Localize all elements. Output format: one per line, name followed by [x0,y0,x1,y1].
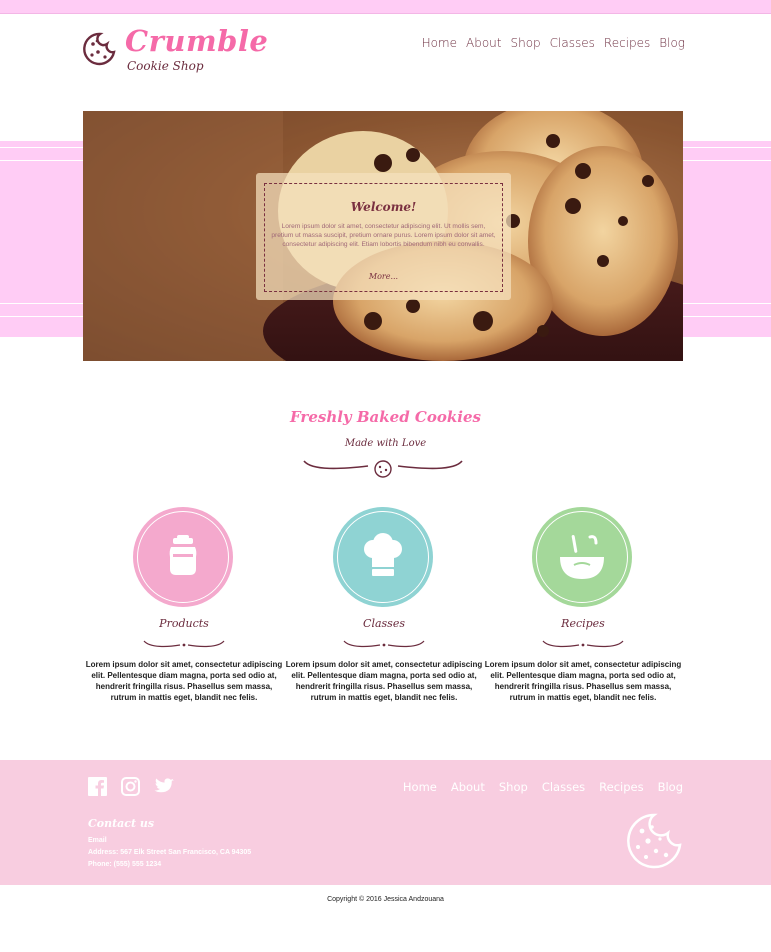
nav-home[interactable]: Home [422,36,457,50]
footer-nav-home[interactable]: Home [403,780,437,794]
feature-recipes: Recipes Lorem ipsum dolor sit amet, cons… [483,507,683,707]
hero-band-left [0,141,83,337]
feature-title: Products [159,617,209,630]
nav-blog[interactable]: Blog [659,36,685,50]
section-title: Freshly Baked Cookies [290,408,481,426]
footer-nav-blog[interactable]: Blog [658,780,683,794]
footer-nav-classes[interactable]: Classes [542,780,585,794]
flourish-divider-icon [143,640,225,648]
social-links [88,777,175,796]
brand-subtitle: Cookie Shop [127,59,204,73]
cookie-jar-icon [169,535,197,575]
cookie-icon [83,32,116,66]
top-strip [0,0,771,14]
flourish-divider-icon [542,640,624,648]
cookie-icon [627,813,682,869]
contact-address: Address: 567 Elk Street San Francisco, C… [88,849,252,856]
recipes-circle[interactable] [532,507,632,607]
nav-classes[interactable]: Classes [550,36,595,50]
more-link[interactable]: More... [265,272,502,281]
footer-nav: Home About Shop Classes Recipes Blog [403,780,683,794]
section-subtitle: Made with Love [344,438,427,449]
main-nav: Home About Shop Classes Recipes Blog [422,36,685,50]
nav-about[interactable]: About [466,36,501,50]
feature-title: Recipes [561,617,605,630]
brand-title: Crumble [125,24,269,58]
feature-text: Lorem ipsum dolor sit amet, consectetur … [285,660,483,702]
hero-band-right [683,141,771,337]
footer-nav-recipes[interactable]: Recipes [599,780,643,794]
footer-nav-shop[interactable]: Shop [499,780,528,794]
classes-circle[interactable] [333,507,433,607]
mixing-bowl-icon [560,535,604,579]
products-circle[interactable] [133,507,233,607]
contact-phone: Phone: (555) 555 1234 [88,861,162,868]
welcome-text: Lorem ipsum dolor sit amet, consectetur … [271,223,496,248]
welcome-box: Welcome! Lorem ipsum dolor sit amet, con… [256,173,511,300]
logo[interactable]: Crumble Cookie Shop [83,24,268,78]
feature-text: Lorem ipsum dolor sit amet, consectetur … [484,660,682,702]
footer-nav-about[interactable]: About [451,780,485,794]
chef-hat-icon [364,533,402,576]
contact-email[interactable]: Email [88,837,107,844]
nav-shop[interactable]: Shop [510,36,540,50]
nav-recipes[interactable]: Recipes [604,36,650,50]
facebook-icon[interactable] [88,777,107,796]
contact-title: Contact us [88,817,155,830]
feature-title: Classes [363,617,405,630]
hero-banner: Welcome! Lorem ipsum dolor sit amet, con… [83,111,683,361]
cookie-divider-icon [303,460,463,478]
flourish-divider-icon [343,640,425,648]
instagram-icon[interactable] [121,777,140,796]
welcome-frame: Welcome! Lorem ipsum dolor sit amet, con… [264,183,503,292]
feature-products: Products Lorem ipsum dolor sit amet, con… [84,507,284,707]
footer: Home About Shop Classes Recipes Blog Con… [0,760,771,885]
feature-text: Lorem ipsum dolor sit amet, consectetur … [85,660,283,702]
welcome-title: Welcome! [350,200,417,214]
twitter-icon[interactable] [154,777,175,796]
feature-classes: Classes Lorem ipsum dolor sit amet, cons… [284,507,484,707]
copyright: Copyright © 2016 Jessica Andzouana [327,896,444,903]
